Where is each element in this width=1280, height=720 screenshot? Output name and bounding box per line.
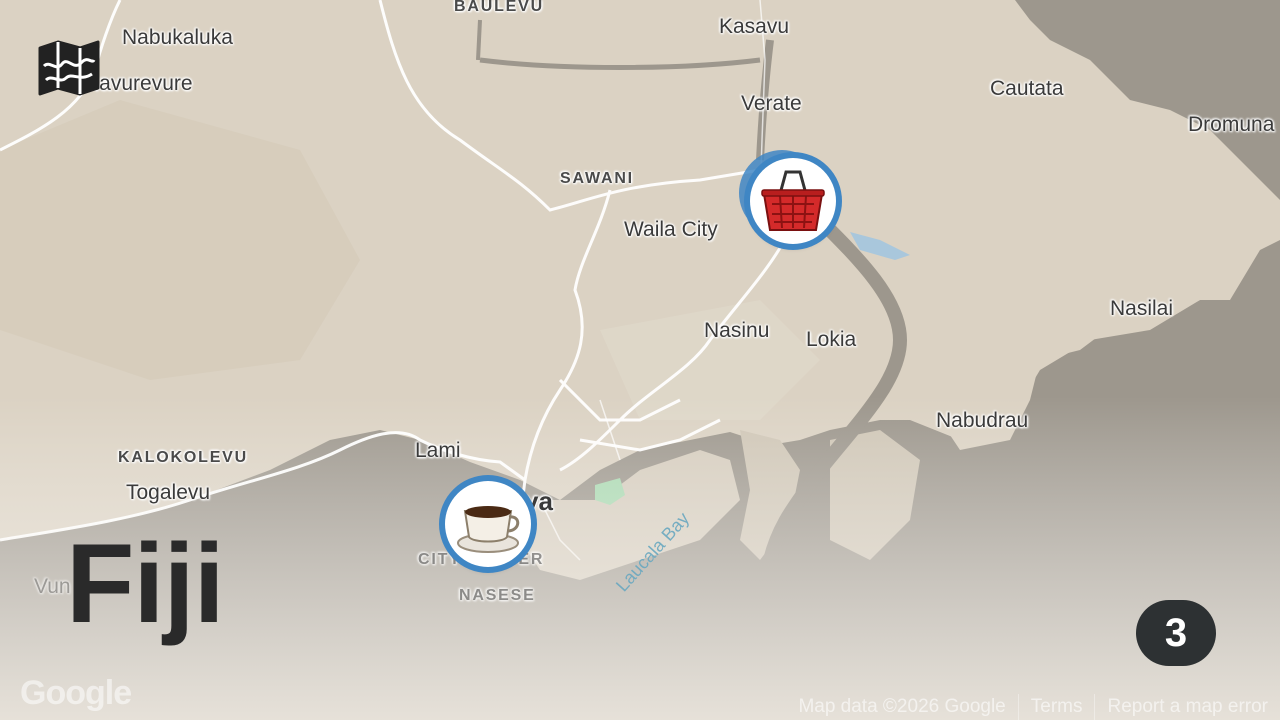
place-label-kalokolevu: KALOKOLEVU — [118, 449, 248, 466]
folded-map-icon[interactable] — [36, 38, 102, 98]
place-label-nabudrau: Nabudrau — [936, 409, 1029, 432]
region-title: Fiji — [66, 521, 225, 646]
shopping-basket-marker[interactable] — [750, 158, 836, 244]
map-attribution-bar: Map data ©2026 Google Terms Report a map… — [786, 694, 1280, 720]
place-label-lami: Lami — [415, 439, 461, 462]
shopping-basket-icon — [761, 170, 825, 231]
terms-link[interactable]: Terms — [1017, 694, 1095, 720]
place-label-lokia: Lokia — [806, 328, 857, 351]
marker-count-badge[interactable]: 3 — [1136, 600, 1216, 666]
place-label-nasinu: Nasinu — [704, 319, 770, 342]
place-label-sawani: SAWANI — [560, 170, 634, 187]
map-data-label: Map data ©2026 Google — [798, 696, 1006, 717]
place-label-nasilai: Nasilai — [1110, 297, 1174, 320]
report-error-link[interactable]: Report a map error — [1094, 694, 1280, 720]
coffee-cup-marker[interactable] — [445, 481, 531, 567]
place-label-cautata: Cautata — [990, 77, 1064, 100]
place-label-waila-city: Waila City — [624, 218, 718, 241]
place-label-verate: Verate — [741, 92, 802, 115]
coffee-cup-icon — [457, 506, 520, 553]
place-label-dromuna: Dromuna — [1188, 113, 1275, 136]
google-logo: Google — [20, 674, 132, 712]
place-label-kasavu: Kasavu — [719, 15, 790, 38]
place-label-nasese: NASESE — [459, 587, 536, 604]
place-label-togalevu: Togalevu — [126, 481, 211, 504]
place-label-nabukaluka: Nabukaluka — [122, 26, 233, 49]
place-label-baulevu: BAULEVU — [454, 0, 544, 15]
